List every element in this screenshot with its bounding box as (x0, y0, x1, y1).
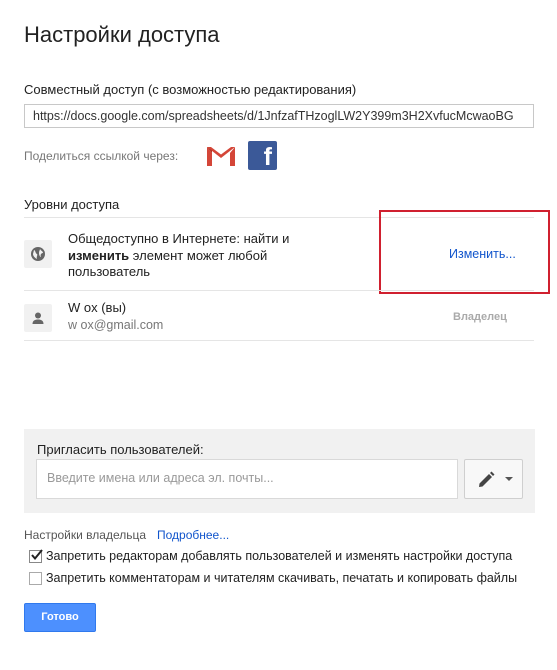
owner-settings-label: Настройки владельца (24, 528, 147, 542)
owner-role-label: Владелец (453, 311, 507, 323)
restrict-viewers-checkbox[interactable] (29, 572, 42, 585)
public-access-line2-rest: элемент может любой (129, 247, 268, 263)
share-via-label: Поделиться ссылкой через: (24, 149, 179, 163)
pencil-icon (479, 471, 495, 487)
dialog-title: Настройки доступа (24, 22, 220, 47)
globe-icon (24, 240, 52, 268)
divider (24, 340, 534, 341)
share-link-field[interactable]: https://docs.google.com/spreadsheets/d/1… (24, 104, 534, 128)
learn-more-link[interactable]: Подробнее... (157, 528, 229, 542)
person-icon (24, 304, 52, 332)
sharing-settings-dialog: Настройки доступа Совместный доступ (с в… (0, 0, 557, 670)
public-access-description: Общедоступно в Интернете: найти и измени… (68, 231, 289, 281)
public-access-line2: изменить элемент может любой (68, 248, 289, 265)
facebook-icon[interactable]: f (248, 141, 277, 171)
owner-email: w ox@gmail.com (68, 318, 164, 332)
chevron-down-icon (505, 477, 513, 481)
restrict-viewers-label: Запретить комментаторам и читателям скач… (46, 571, 518, 585)
invite-panel: Пригласить пользователей: Введите имена … (24, 429, 535, 513)
done-button[interactable]: Готово (24, 603, 96, 632)
invite-label: Пригласить пользователей: (37, 442, 204, 457)
restrict-editors-label: Запретить редакторам добавлять пользоват… (46, 549, 513, 563)
public-access-bold: изменить (68, 247, 130, 263)
checkmark-icon (31, 549, 43, 561)
gmail-icon[interactable] (205, 143, 237, 169)
highlight-box (379, 210, 550, 294)
owner-name: W ox (вы) (68, 300, 127, 315)
access-levels-heading: Уровни доступа (24, 197, 120, 212)
permission-dropdown-button[interactable] (464, 459, 523, 499)
divider (24, 290, 534, 291)
restrict-editors-checkbox[interactable] (29, 549, 43, 563)
invite-input[interactable]: Введите имена или адреса эл. почты... (36, 459, 458, 499)
public-access-line3: пользователь (68, 264, 151, 279)
public-access-line1: Общедоступно в Интернете: найти и (68, 231, 290, 246)
link-sharing-label: Совместный доступ (с возможностью редакт… (24, 82, 357, 97)
